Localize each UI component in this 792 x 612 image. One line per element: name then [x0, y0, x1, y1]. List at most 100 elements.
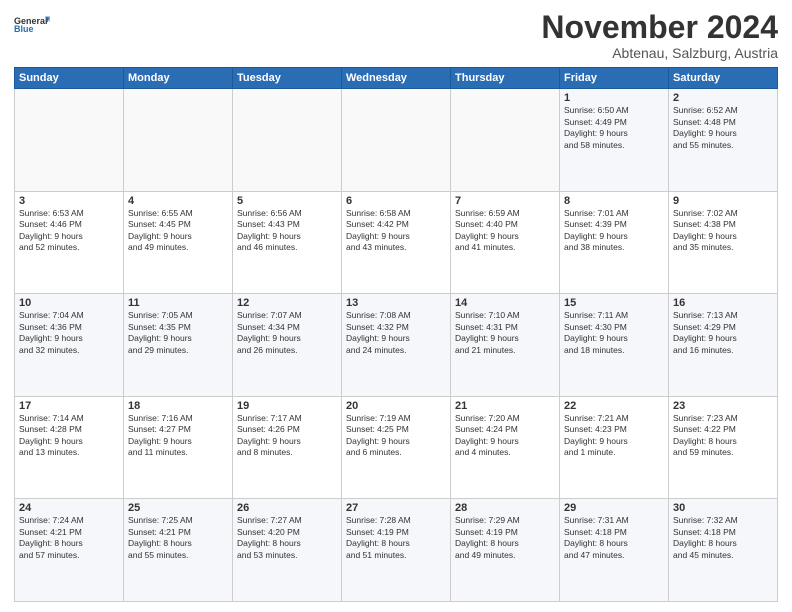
day-info: Sunrise: 6:59 AM Sunset: 4:40 PM Dayligh…	[455, 208, 555, 254]
day-info: Sunrise: 7:13 AM Sunset: 4:29 PM Dayligh…	[673, 310, 773, 356]
day-info: Sunrise: 7:24 AM Sunset: 4:21 PM Dayligh…	[19, 515, 119, 561]
calendar-day: 17Sunrise: 7:14 AM Sunset: 4:28 PM Dayli…	[15, 396, 124, 499]
day-info: Sunrise: 7:20 AM Sunset: 4:24 PM Dayligh…	[455, 413, 555, 459]
calendar-day	[451, 89, 560, 192]
weekday-header-friday: Friday	[560, 68, 669, 89]
day-info: Sunrise: 7:17 AM Sunset: 4:26 PM Dayligh…	[237, 413, 337, 459]
day-info: Sunrise: 7:02 AM Sunset: 4:38 PM Dayligh…	[673, 208, 773, 254]
day-number: 16	[673, 297, 773, 309]
calendar-week-4: 17Sunrise: 7:14 AM Sunset: 4:28 PM Dayli…	[15, 396, 778, 499]
calendar-day: 19Sunrise: 7:17 AM Sunset: 4:26 PM Dayli…	[233, 396, 342, 499]
location: Abtenau, Salzburg, Austria	[541, 45, 778, 61]
day-info: Sunrise: 6:56 AM Sunset: 4:43 PM Dayligh…	[237, 208, 337, 254]
day-info: Sunrise: 6:55 AM Sunset: 4:45 PM Dayligh…	[128, 208, 228, 254]
calendar-day: 10Sunrise: 7:04 AM Sunset: 4:36 PM Dayli…	[15, 294, 124, 397]
calendar-day: 16Sunrise: 7:13 AM Sunset: 4:29 PM Dayli…	[669, 294, 778, 397]
calendar-week-3: 10Sunrise: 7:04 AM Sunset: 4:36 PM Dayli…	[15, 294, 778, 397]
day-info: Sunrise: 7:11 AM Sunset: 4:30 PM Dayligh…	[564, 310, 664, 356]
day-number: 18	[128, 400, 228, 412]
day-number: 7	[455, 195, 555, 207]
calendar-day: 7Sunrise: 6:59 AM Sunset: 4:40 PM Daylig…	[451, 191, 560, 294]
day-number: 1	[564, 92, 664, 104]
calendar-day: 24Sunrise: 7:24 AM Sunset: 4:21 PM Dayli…	[15, 499, 124, 602]
logo: General Blue	[14, 14, 50, 36]
day-number: 19	[237, 400, 337, 412]
calendar-day: 3Sunrise: 6:53 AM Sunset: 4:46 PM Daylig…	[15, 191, 124, 294]
day-info: Sunrise: 7:10 AM Sunset: 4:31 PM Dayligh…	[455, 310, 555, 356]
calendar-day: 20Sunrise: 7:19 AM Sunset: 4:25 PM Dayli…	[342, 396, 451, 499]
calendar-day: 30Sunrise: 7:32 AM Sunset: 4:18 PM Dayli…	[669, 499, 778, 602]
calendar-day: 23Sunrise: 7:23 AM Sunset: 4:22 PM Dayli…	[669, 396, 778, 499]
svg-text:Blue: Blue	[14, 24, 34, 34]
calendar-day: 25Sunrise: 7:25 AM Sunset: 4:21 PM Dayli…	[124, 499, 233, 602]
day-info: Sunrise: 6:50 AM Sunset: 4:49 PM Dayligh…	[564, 105, 664, 151]
day-number: 13	[346, 297, 446, 309]
day-number: 28	[455, 502, 555, 514]
day-info: Sunrise: 7:04 AM Sunset: 4:36 PM Dayligh…	[19, 310, 119, 356]
page: General Blue November 2024 Abtenau, Salz…	[0, 0, 792, 612]
calendar-week-1: 1Sunrise: 6:50 AM Sunset: 4:49 PM Daylig…	[15, 89, 778, 192]
day-info: Sunrise: 7:28 AM Sunset: 4:19 PM Dayligh…	[346, 515, 446, 561]
calendar-day	[124, 89, 233, 192]
day-number: 21	[455, 400, 555, 412]
calendar-day: 18Sunrise: 7:16 AM Sunset: 4:27 PM Dayli…	[124, 396, 233, 499]
day-number: 25	[128, 502, 228, 514]
day-number: 6	[346, 195, 446, 207]
day-number: 14	[455, 297, 555, 309]
day-number: 23	[673, 400, 773, 412]
calendar-day: 8Sunrise: 7:01 AM Sunset: 4:39 PM Daylig…	[560, 191, 669, 294]
calendar-day: 4Sunrise: 6:55 AM Sunset: 4:45 PM Daylig…	[124, 191, 233, 294]
day-number: 15	[564, 297, 664, 309]
day-info: Sunrise: 7:31 AM Sunset: 4:18 PM Dayligh…	[564, 515, 664, 561]
day-info: Sunrise: 7:21 AM Sunset: 4:23 PM Dayligh…	[564, 413, 664, 459]
header: General Blue November 2024 Abtenau, Salz…	[14, 10, 778, 61]
weekday-header-thursday: Thursday	[451, 68, 560, 89]
calendar-day	[15, 89, 124, 192]
day-info: Sunrise: 7:08 AM Sunset: 4:32 PM Dayligh…	[346, 310, 446, 356]
day-number: 27	[346, 502, 446, 514]
weekday-header-tuesday: Tuesday	[233, 68, 342, 89]
weekday-header-sunday: Sunday	[15, 68, 124, 89]
calendar-week-2: 3Sunrise: 6:53 AM Sunset: 4:46 PM Daylig…	[15, 191, 778, 294]
calendar-day: 11Sunrise: 7:05 AM Sunset: 4:35 PM Dayli…	[124, 294, 233, 397]
calendar-day: 13Sunrise: 7:08 AM Sunset: 4:32 PM Dayli…	[342, 294, 451, 397]
day-info: Sunrise: 7:07 AM Sunset: 4:34 PM Dayligh…	[237, 310, 337, 356]
day-number: 4	[128, 195, 228, 207]
month-title: November 2024	[541, 10, 778, 45]
day-info: Sunrise: 6:58 AM Sunset: 4:42 PM Dayligh…	[346, 208, 446, 254]
calendar-day: 2Sunrise: 6:52 AM Sunset: 4:48 PM Daylig…	[669, 89, 778, 192]
calendar-day	[342, 89, 451, 192]
calendar-day: 28Sunrise: 7:29 AM Sunset: 4:19 PM Dayli…	[451, 499, 560, 602]
day-info: Sunrise: 7:27 AM Sunset: 4:20 PM Dayligh…	[237, 515, 337, 561]
calendar-week-5: 24Sunrise: 7:24 AM Sunset: 4:21 PM Dayli…	[15, 499, 778, 602]
calendar-header-row: SundayMondayTuesdayWednesdayThursdayFrid…	[15, 68, 778, 89]
day-number: 26	[237, 502, 337, 514]
day-number: 30	[673, 502, 773, 514]
calendar-day	[233, 89, 342, 192]
calendar-day: 1Sunrise: 6:50 AM Sunset: 4:49 PM Daylig…	[560, 89, 669, 192]
day-number: 20	[346, 400, 446, 412]
day-number: 24	[19, 502, 119, 514]
calendar-day: 6Sunrise: 6:58 AM Sunset: 4:42 PM Daylig…	[342, 191, 451, 294]
day-info: Sunrise: 7:32 AM Sunset: 4:18 PM Dayligh…	[673, 515, 773, 561]
day-info: Sunrise: 7:23 AM Sunset: 4:22 PM Dayligh…	[673, 413, 773, 459]
day-number: 29	[564, 502, 664, 514]
day-info: Sunrise: 6:52 AM Sunset: 4:48 PM Dayligh…	[673, 105, 773, 151]
day-number: 2	[673, 92, 773, 104]
day-number: 17	[19, 400, 119, 412]
calendar-table: SundayMondayTuesdayWednesdayThursdayFrid…	[14, 67, 778, 602]
weekday-header-monday: Monday	[124, 68, 233, 89]
calendar-day: 15Sunrise: 7:11 AM Sunset: 4:30 PM Dayli…	[560, 294, 669, 397]
day-info: Sunrise: 7:01 AM Sunset: 4:39 PM Dayligh…	[564, 208, 664, 254]
logo-icon: General Blue	[14, 14, 50, 36]
day-info: Sunrise: 7:16 AM Sunset: 4:27 PM Dayligh…	[128, 413, 228, 459]
calendar-day: 14Sunrise: 7:10 AM Sunset: 4:31 PM Dayli…	[451, 294, 560, 397]
weekday-header-saturday: Saturday	[669, 68, 778, 89]
calendar-day: 12Sunrise: 7:07 AM Sunset: 4:34 PM Dayli…	[233, 294, 342, 397]
day-number: 8	[564, 195, 664, 207]
calendar-day: 21Sunrise: 7:20 AM Sunset: 4:24 PM Dayli…	[451, 396, 560, 499]
weekday-header-wednesday: Wednesday	[342, 68, 451, 89]
calendar-day: 26Sunrise: 7:27 AM Sunset: 4:20 PM Dayli…	[233, 499, 342, 602]
title-block: November 2024 Abtenau, Salzburg, Austria	[541, 10, 778, 61]
day-info: Sunrise: 7:29 AM Sunset: 4:19 PM Dayligh…	[455, 515, 555, 561]
